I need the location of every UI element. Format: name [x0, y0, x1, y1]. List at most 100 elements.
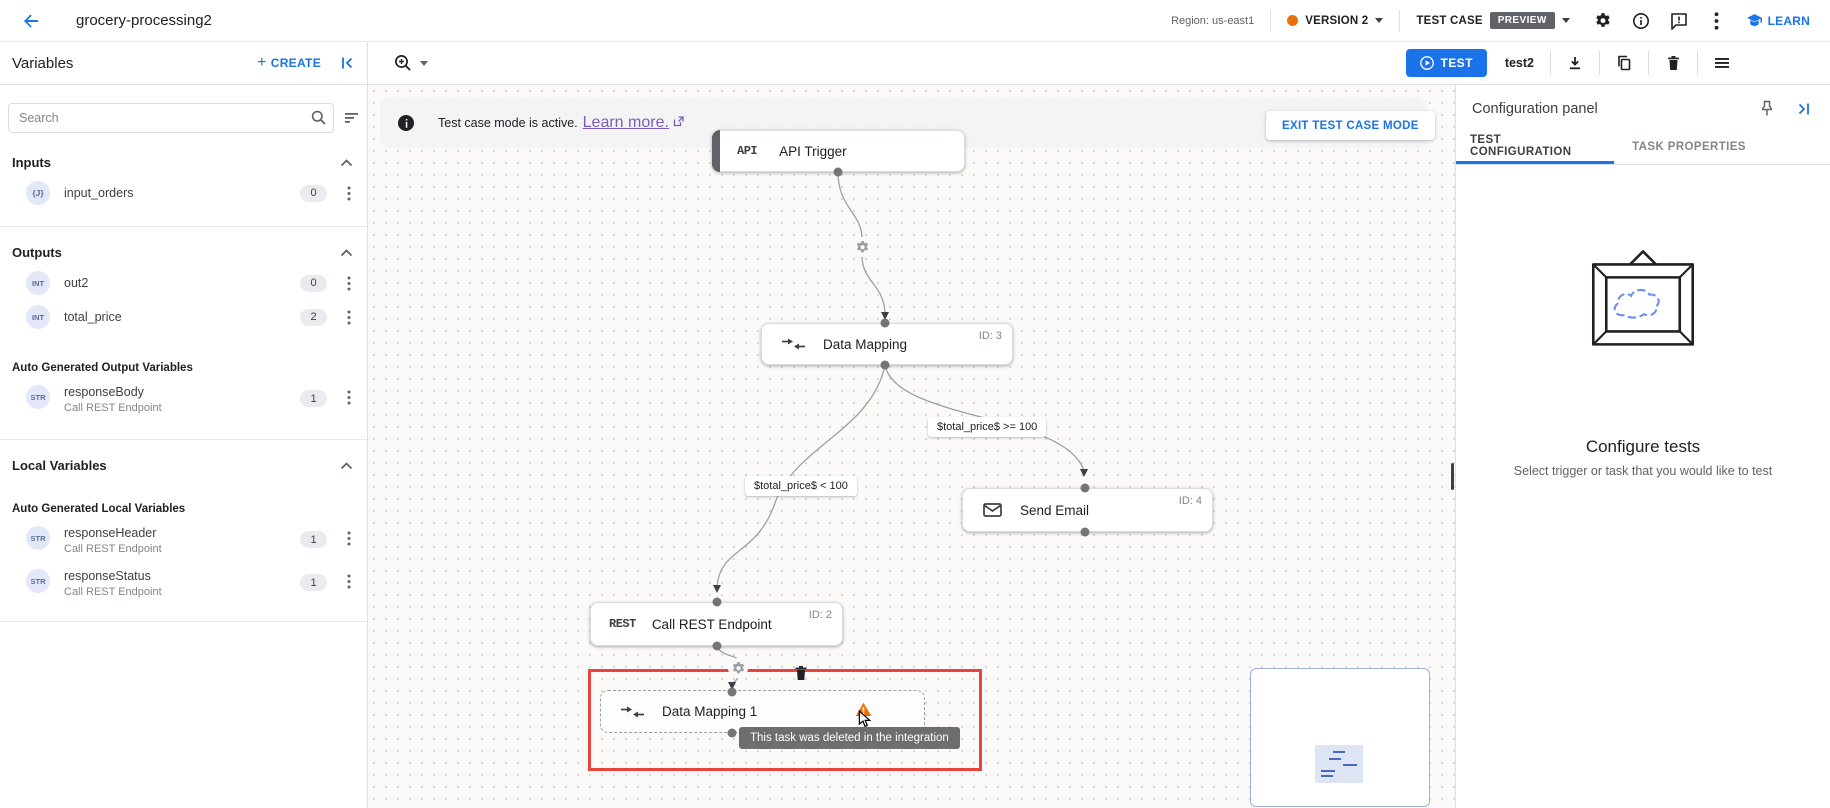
delete-task-icon[interactable] [794, 665, 808, 686]
edge-condition-label[interactable]: $total_price$ >= 100 [928, 417, 1047, 437]
variable-name: responseBody [64, 385, 144, 399]
row-menu-icon[interactable] [341, 531, 357, 546]
node-api-trigger[interactable]: API API Trigger [712, 130, 965, 172]
variable-name: out2 [64, 276, 89, 290]
delete-trash-icon[interactable] [1659, 49, 1687, 77]
empty-state-title: Configure tests [1585, 437, 1701, 456]
version-label: VERSION 2 [1305, 14, 1369, 27]
auto-local-vars-title: Auto Generated Local Variables [12, 503, 186, 515]
external-link-icon [673, 114, 684, 132]
row-menu-icon[interactable] [341, 390, 357, 405]
usage-count-badge: 1 [300, 574, 327, 591]
download-icon[interactable] [1561, 49, 1589, 77]
menu-list-icon[interactable] [1708, 49, 1736, 77]
configuration-panel: Configuration panel TEST CONFIGURATION T… [1451, 85, 1830, 808]
tab-task-properties[interactable]: TASK PROPERTIES [1614, 130, 1764, 164]
test-button[interactable]: TEST [1405, 49, 1487, 77]
row-menu-icon[interactable] [341, 186, 357, 201]
search-input[interactable] [8, 103, 334, 133]
variables-title: Variables [12, 54, 74, 72]
email-icon [983, 503, 1002, 517]
search-icon [311, 110, 326, 130]
minimap-content [1315, 745, 1363, 783]
node-data-mapping[interactable]: Data Mapping ID: 3 [761, 323, 1013, 365]
collapse-panel-icon[interactable] [1796, 101, 1812, 117]
usage-count-badge: 1 [300, 531, 327, 548]
tab-test-configuration[interactable]: TEST CONFIGURATION [1456, 130, 1614, 164]
chevron-up-icon[interactable] [340, 461, 353, 470]
toolbar-divider [1648, 51, 1649, 75]
sort-icon[interactable] [344, 112, 359, 124]
pin-icon[interactable] [1760, 100, 1774, 117]
usage-count-badge: 0 [300, 184, 327, 202]
plus-icon: + [257, 54, 267, 71]
variable-source: Call REST Endpoint [64, 402, 162, 414]
info-icon[interactable] [1622, 2, 1660, 40]
node-send-email[interactable]: Send Email ID: 4 [962, 488, 1213, 532]
type-badge: INT [26, 271, 50, 295]
row-menu-icon[interactable] [341, 574, 357, 589]
create-variable-button[interactable]: + CREATE [257, 55, 321, 71]
usage-count-badge: 2 [300, 308, 327, 326]
edge-settings-gear-icon[interactable] [852, 237, 872, 257]
node-label: Data Mapping 1 [662, 704, 758, 719]
deleted-task-tooltip: This task was deleted in the integration [739, 727, 960, 749]
zoom-in-icon [395, 55, 411, 71]
section-divider [0, 621, 367, 622]
feedback-icon[interactable] [1660, 2, 1698, 40]
type-badge: STR [26, 385, 50, 409]
node-call-rest-endpoint[interactable]: REST Call REST Endpoint ID: 2 [590, 602, 843, 646]
exit-test-case-mode-button[interactable]: EXIT TEST CASE MODE [1266, 111, 1435, 140]
node-id: ID: 3 [978, 330, 1002, 342]
chevron-up-icon[interactable] [340, 248, 353, 257]
test-case-dropdown[interactable]: TEST CASE PREVIEW [1416, 12, 1570, 29]
learn-link[interactable]: LEARN [1746, 12, 1810, 29]
section-divider [0, 439, 367, 440]
variable-row[interactable]: INT total_price 2 [0, 298, 367, 336]
edge-condition-label[interactable]: $total_price$ < 100 [745, 476, 857, 496]
variable-row[interactable]: INT out2 0 [0, 264, 367, 298]
preview-badge: PREVIEW [1489, 12, 1555, 29]
local-vars-title: Local Variables [12, 458, 107, 473]
test-button-label: TEST [1440, 56, 1473, 70]
school-icon [1746, 14, 1762, 26]
chevron-down-icon [420, 60, 428, 66]
picture-frame-illustration [1591, 250, 1695, 346]
usage-count-badge: 0 [300, 274, 327, 292]
more-vert-icon[interactable] [1698, 2, 1736, 40]
row-menu-icon[interactable] [341, 310, 357, 325]
workflow-canvas[interactable]: Test case mode is active. Learn more. EX… [368, 85, 1455, 808]
zoom-control[interactable] [394, 54, 428, 72]
variable-row[interactable]: STR responseStatus Call REST Endpoint 1 [0, 562, 367, 605]
back-arrow-icon[interactable] [22, 12, 40, 30]
chevron-down-icon [1561, 18, 1570, 23]
variable-row[interactable]: STR responseBody Call REST Endpoint 1 [0, 378, 367, 421]
toolbar-divider [1599, 51, 1600, 75]
node-id: ID: 2 [808, 609, 832, 621]
edge-settings-gear-icon[interactable] [728, 658, 748, 678]
copy-icon[interactable] [1610, 49, 1638, 77]
variable-name: input_orders [64, 186, 134, 200]
play-icon [1419, 56, 1434, 70]
variable-row[interactable]: STR responseHeader Call REST Endpoint 1 [0, 519, 367, 562]
learn-label: LEARN [1767, 13, 1810, 28]
panel-resize-handle[interactable] [1451, 463, 1454, 490]
version-status-dot [1287, 15, 1299, 26]
region-label: Region: us-east1 [1171, 14, 1255, 27]
node-label: Call REST Endpoint [651, 616, 772, 632]
row-menu-icon[interactable] [341, 276, 357, 291]
settings-gear-icon[interactable] [1584, 2, 1622, 40]
version-dropdown[interactable]: VERSION 2 [1287, 14, 1384, 27]
usage-count-badge: 1 [300, 390, 327, 407]
variable-name: responseStatus [64, 569, 151, 583]
learn-more-link[interactable]: Learn more. [583, 114, 669, 132]
chevron-up-icon[interactable] [340, 158, 353, 167]
local-vars-section-header: Local Variables [0, 458, 367, 473]
variable-row[interactable]: {J} input_orders 0 [0, 174, 367, 212]
app-window: grocery-processing2 Region: us-east1 VER… [0, 0, 1830, 808]
outputs-title: Outputs [12, 245, 62, 260]
node-label: API Trigger [779, 143, 847, 159]
minimap[interactable] [1250, 668, 1430, 807]
node-label: Send Email [1020, 502, 1090, 518]
collapse-sidebar-icon[interactable] [339, 55, 355, 71]
